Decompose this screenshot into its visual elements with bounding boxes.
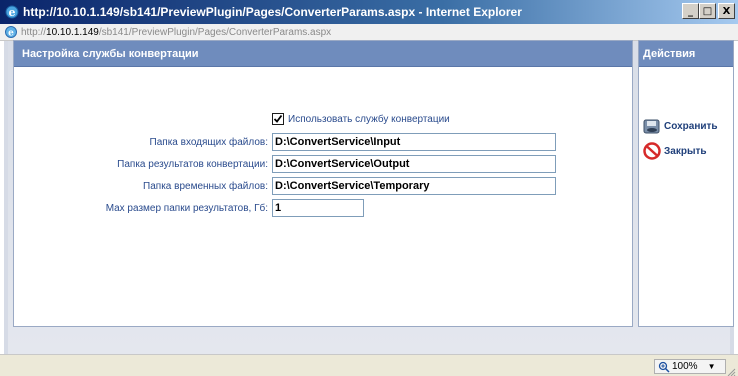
url-text: http://10.10.1.149/sb141/PreviewPlugin/P… <box>21 27 331 38</box>
save-button[interactable]: Сохранить <box>643 117 718 135</box>
use-service-checkbox[interactable] <box>272 113 284 125</box>
minimize-icon: _ <box>688 5 693 17</box>
status-bar: 100% ▼ <box>0 354 738 376</box>
zoom-icon <box>658 361 670 373</box>
max-size-row: Max размер папки результатов, Гб: 1 <box>14 199 364 217</box>
close-button[interactable]: Закрыть <box>643 142 707 160</box>
input-folder-row: Папка входящих файлов: D:\ConvertService… <box>14 133 556 151</box>
title-bar[interactable]: e http://10.10.1.149/sb141/PreviewPlugin… <box>0 0 738 24</box>
url-path: /sb141/PreviewPlugin/Pages/ConverterPara… <box>98 26 332 38</box>
actions-panel-header: Действия <box>639 41 733 67</box>
minimize-button[interactable]: _ <box>682 3 699 19</box>
input-folder-field[interactable]: D:\ConvertService\Input <box>272 133 556 151</box>
url-prefix: http:// <box>21 26 47 38</box>
max-size-label: Max размер папки результатов, Гб: <box>105 202 268 214</box>
close-label: Закрыть <box>664 145 707 157</box>
zoom-level: 100% <box>672 361 698 372</box>
page-icon: e <box>4 25 18 39</box>
zoom-control[interactable]: 100% ▼ <box>654 359 726 374</box>
use-service-row: Использовать службу конвертации <box>272 113 450 125</box>
close-window-button[interactable]: X <box>718 3 735 19</box>
settings-panel-header: Настройка службы конвертации <box>14 41 632 67</box>
close-circle-icon <box>643 142 661 160</box>
checkmark-icon <box>273 114 283 123</box>
close-icon: X <box>722 5 731 17</box>
settings-panel: Настройка службы конвертации Использоват… <box>13 40 633 327</box>
resize-grip-icon[interactable] <box>726 364 736 376</box>
temp-folder-row: Папка временных файлов: D:\ConvertServic… <box>14 177 556 195</box>
use-service-label: Использовать службу конвертации <box>288 113 450 125</box>
svg-text:e: e <box>8 29 14 39</box>
actions-panel: Действия Сохранить Закрыть <box>638 40 734 327</box>
address-bar[interactable]: e http://10.10.1.149/sb141/PreviewPlugin… <box>0 24 738 41</box>
chevron-down-icon[interactable]: ▼ <box>708 362 716 371</box>
maximize-icon: □ <box>702 5 713 17</box>
save-icon <box>643 117 661 135</box>
output-folder-label: Папка результатов конвертации: <box>117 158 268 170</box>
temp-folder-field[interactable]: D:\ConvertService\Temporary <box>272 177 556 195</box>
svg-text:e: e <box>9 6 16 19</box>
save-label: Сохранить <box>664 120 718 132</box>
max-size-field[interactable]: 1 <box>272 199 364 217</box>
temp-folder-label: Папка временных файлов: <box>143 180 268 192</box>
ie-icon: e <box>4 4 20 20</box>
output-folder-row: Папка результатов конвертации: D:\Conver… <box>14 155 556 173</box>
input-folder-label: Папка входящих файлов: <box>149 136 268 148</box>
url-host: 10.10.1.149 <box>46 26 99 38</box>
output-folder-field[interactable]: D:\ConvertService\Output <box>272 155 556 173</box>
window-title: http://10.10.1.149/sb141/PreviewPlugin/P… <box>23 5 522 19</box>
maximize-button[interactable]: □ <box>699 3 716 19</box>
